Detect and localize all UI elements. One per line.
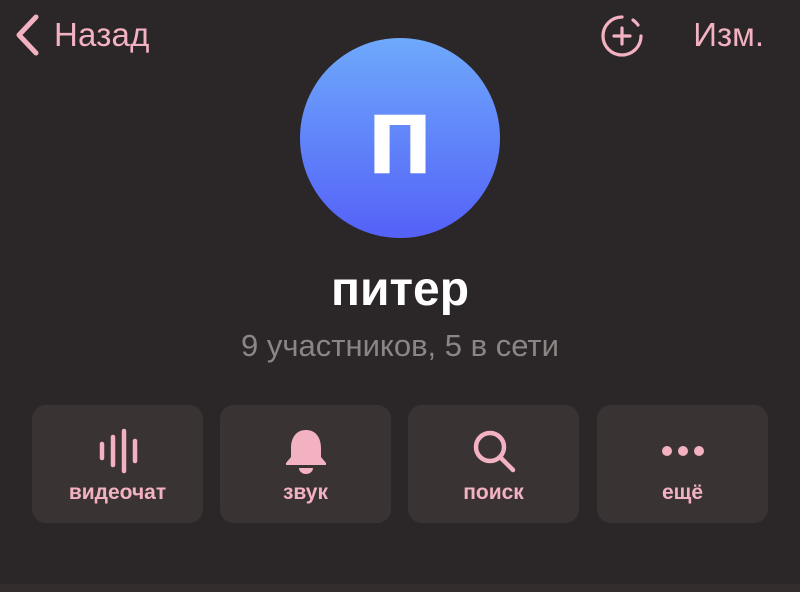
sound-button[interactable]: звук [220,405,391,523]
avatar-letter: п [366,74,434,197]
search-button[interactable]: поиск [408,405,579,523]
group-avatar[interactable]: п [300,38,500,238]
search-label: поиск [463,481,524,504]
voice-chat-icon [99,428,137,474]
edit-button[interactable]: Изм. [693,16,764,54]
more-label: ещё [661,481,704,504]
more-icon [661,446,704,456]
bell-icon [285,430,326,474]
video-chat-button[interactable]: видеочат [32,405,203,523]
group-name: питер [330,263,470,316]
more-button[interactable]: ещё [597,405,768,523]
action-buttons: видеочат звук поиск ещё [32,405,768,523]
video-chat-label: видеочат [68,481,167,504]
back-label: Назад [54,16,150,53]
chevron-left-icon [16,14,39,56]
back-button[interactable]: Назад [14,12,150,58]
members-status: 9 участников, 5 в сети [241,328,559,363]
add-circle-icon[interactable] [600,14,644,58]
search-icon [473,430,515,473]
sound-label: звук [282,481,328,504]
bottom-divider [0,584,800,592]
